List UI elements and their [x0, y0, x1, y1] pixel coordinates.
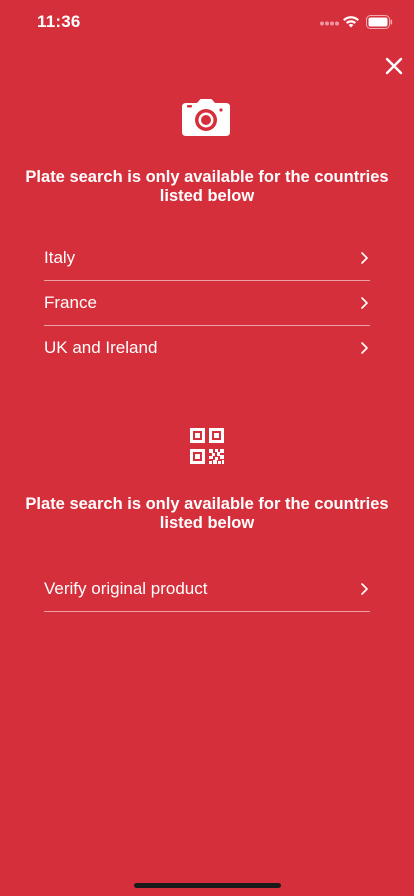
- divider: [44, 611, 370, 612]
- chevron-right-icon: [361, 297, 368, 309]
- list-item-verify-original-product[interactable]: Verify original product: [44, 567, 370, 611]
- verify-list: Verify original product: [44, 567, 370, 612]
- cellular-signal-icon: [320, 21, 339, 26]
- qr-code-icon: [190, 428, 224, 464]
- home-indicator: [134, 883, 281, 888]
- wifi-icon: [343, 16, 359, 28]
- close-icon[interactable]: [380, 52, 408, 80]
- list-item-label: Verify original product: [44, 579, 208, 598]
- chevron-right-icon: [361, 342, 368, 354]
- status-bar: 11:36: [0, 0, 414, 44]
- list-item-label: France: [44, 293, 97, 312]
- battery-icon: [366, 15, 393, 29]
- plate-section-title: Plate search is only available for the c…: [25, 168, 389, 205]
- list-item-label: UK and Ireland: [44, 338, 158, 357]
- screen: 11:36 Plate search is only available for…: [0, 0, 414, 896]
- camera-icon: [182, 99, 230, 136]
- list-item-france[interactable]: France: [44, 281, 370, 325]
- status-time: 11:36: [37, 12, 81, 31]
- qr-section-title: Plate search is only available for the c…: [25, 495, 389, 532]
- chevron-right-icon: [361, 252, 368, 264]
- list-item-label: Italy: [44, 248, 76, 267]
- list-item-italy[interactable]: Italy: [44, 236, 370, 280]
- list-item-uk-ireland[interactable]: UK and Ireland: [44, 326, 370, 370]
- country-list: Italy France UK and Ireland: [44, 236, 370, 370]
- chevron-right-icon: [361, 583, 368, 595]
